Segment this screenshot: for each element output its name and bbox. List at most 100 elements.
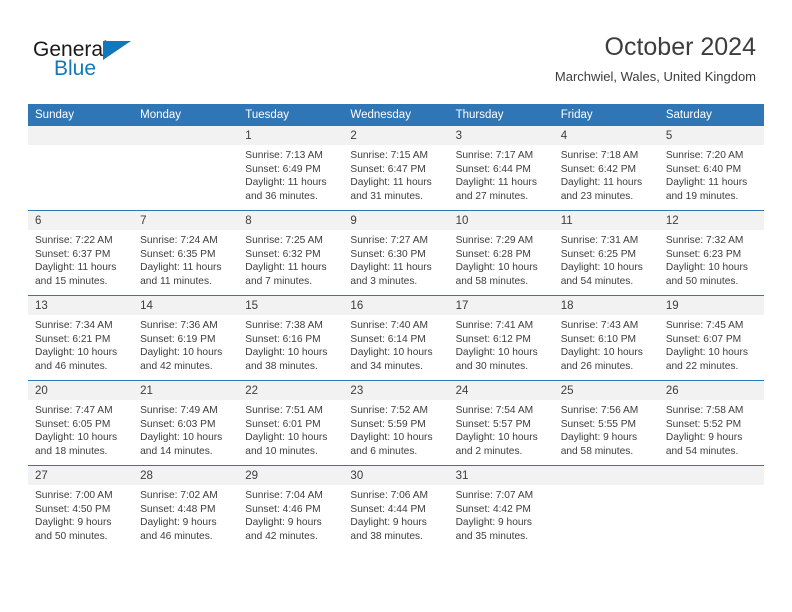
day-details: Sunrise: 7:40 AM Sunset: 6:14 PM Dayligh… bbox=[343, 315, 448, 373]
sunset-text: Sunset: 5:52 PM bbox=[665, 418, 742, 430]
day-cell[interactable]: 3 Sunrise: 7:17 AM Sunset: 6:44 PM Dayli… bbox=[448, 126, 554, 211]
daylight-text-line2: and 34 minutes. bbox=[350, 360, 423, 372]
sunrise-text: Sunrise: 7:43 AM bbox=[560, 320, 639, 331]
day-number: 1 bbox=[238, 126, 344, 145]
daylight-text-line2: and 58 minutes. bbox=[455, 275, 529, 287]
sunset-text: Sunset: 6:10 PM bbox=[560, 333, 637, 345]
day-cell[interactable]: 23 Sunrise: 7:52 AM Sunset: 5:59 PM Dayl… bbox=[343, 380, 449, 466]
day-details bbox=[554, 485, 659, 489]
daylight-text-line2: and 54 minutes. bbox=[560, 275, 634, 287]
day-cell[interactable]: 20 Sunrise: 7:47 AM Sunset: 6:05 PM Dayl… bbox=[28, 380, 134, 466]
sunset-text: Sunset: 6:35 PM bbox=[140, 248, 216, 260]
day-cell[interactable]: 27 Sunrise: 7:00 AM Sunset: 4:50 PM Dayl… bbox=[28, 465, 134, 550]
daylight-text-line2: and 30 minutes. bbox=[455, 360, 529, 372]
day-cell[interactable]: 14 Sunrise: 7:36 AM Sunset: 6:19 PM Dayl… bbox=[133, 295, 239, 381]
day-cell[interactable] bbox=[553, 465, 659, 550]
day-cell[interactable]: 26 Sunrise: 7:58 AM Sunset: 5:52 PM Dayl… bbox=[658, 380, 764, 466]
day-details: Sunrise: 7:15 AM Sunset: 6:47 PM Dayligh… bbox=[343, 145, 448, 203]
day-cell[interactable]: 29 Sunrise: 7:04 AM Sunset: 4:46 PM Dayl… bbox=[238, 465, 344, 550]
sunrise-text: Sunrise: 7:38 AM bbox=[245, 320, 323, 331]
day-number: 29 bbox=[238, 466, 344, 485]
day-cell[interactable]: 28 Sunrise: 7:02 AM Sunset: 4:48 PM Dayl… bbox=[133, 465, 239, 550]
sunset-text: Sunset: 6:12 PM bbox=[455, 333, 531, 345]
sunset-text: Sunset: 4:48 PM bbox=[140, 503, 216, 515]
sunset-text: Sunset: 6:47 PM bbox=[350, 163, 426, 175]
sunrise-text: Sunrise: 7:34 AM bbox=[35, 320, 113, 331]
sunset-text: Sunset: 6:44 PM bbox=[455, 163, 531, 175]
day-cell[interactable] bbox=[658, 465, 764, 550]
daylight-text-line2: and 54 minutes. bbox=[665, 445, 739, 457]
day-cell[interactable]: 25 Sunrise: 7:56 AM Sunset: 5:55 PM Dayl… bbox=[553, 380, 659, 466]
day-number: 10 bbox=[448, 211, 554, 230]
day-cell[interactable]: 5 Sunrise: 7:20 AM Sunset: 6:40 PM Dayli… bbox=[658, 126, 764, 211]
daylight-text-line1: Daylight: 11 hours bbox=[140, 262, 222, 274]
daylight-text-line1: Daylight: 11 hours bbox=[35, 262, 117, 274]
sunrise-text: Sunrise: 7:06 AM bbox=[350, 490, 429, 501]
sunset-text: Sunset: 6:40 PM bbox=[665, 163, 742, 175]
sunrise-text: Sunrise: 7:27 AM bbox=[350, 235, 429, 246]
sunrise-text: Sunrise: 7:54 AM bbox=[455, 405, 534, 416]
weekday-header-sunday: Sunday bbox=[28, 104, 134, 126]
day-details: Sunrise: 7:52 AM Sunset: 5:59 PM Dayligh… bbox=[343, 400, 448, 458]
day-cell[interactable]: 24 Sunrise: 7:54 AM Sunset: 5:57 PM Dayl… bbox=[448, 380, 554, 466]
calendar-week-row: 13 Sunrise: 7:34 AM Sunset: 6:21 PM Dayl… bbox=[28, 295, 764, 381]
daylight-text-line1: Daylight: 11 hours bbox=[350, 262, 432, 274]
daylight-text-line2: and 36 minutes. bbox=[245, 190, 318, 202]
day-cell[interactable]: 16 Sunrise: 7:40 AM Sunset: 6:14 PM Dayl… bbox=[343, 295, 449, 381]
calendar-week-row: 1 Sunrise: 7:13 AM Sunset: 6:49 PM Dayli… bbox=[28, 126, 764, 211]
day-number: 27 bbox=[28, 466, 134, 485]
day-cell[interactable]: 17 Sunrise: 7:41 AM Sunset: 6:12 PM Dayl… bbox=[448, 295, 554, 381]
day-details: Sunrise: 7:58 AM Sunset: 5:52 PM Dayligh… bbox=[659, 400, 764, 458]
day-number bbox=[658, 466, 764, 485]
day-details: Sunrise: 7:43 AM Sunset: 6:10 PM Dayligh… bbox=[554, 315, 659, 373]
day-cell[interactable]: 30 Sunrise: 7:06 AM Sunset: 4:44 PM Dayl… bbox=[343, 465, 449, 550]
day-cell[interactable] bbox=[133, 126, 239, 211]
day-cell[interactable]: 13 Sunrise: 7:34 AM Sunset: 6:21 PM Dayl… bbox=[28, 295, 134, 381]
day-number: 19 bbox=[658, 296, 764, 315]
calendar-table: Sunday Monday Tuesday Wednesday Thursday… bbox=[28, 104, 764, 550]
day-cell[interactable]: 18 Sunrise: 7:43 AM Sunset: 6:10 PM Dayl… bbox=[553, 295, 659, 381]
daylight-text-line1: Daylight: 9 hours bbox=[455, 517, 533, 529]
sunset-text: Sunset: 6:42 PM bbox=[560, 163, 637, 175]
day-cell[interactable] bbox=[28, 126, 134, 211]
daylight-text-line2: and 42 minutes. bbox=[245, 530, 318, 542]
sunrise-text: Sunrise: 7:15 AM bbox=[350, 150, 429, 161]
day-cell[interactable]: 31 Sunrise: 7:07 AM Sunset: 4:42 PM Dayl… bbox=[448, 465, 554, 550]
day-cell[interactable]: 10 Sunrise: 7:29 AM Sunset: 6:28 PM Dayl… bbox=[448, 210, 554, 296]
sunset-text: Sunset: 4:46 PM bbox=[245, 503, 321, 515]
sunset-text: Sunset: 6:07 PM bbox=[665, 333, 742, 345]
day-cell[interactable]: 15 Sunrise: 7:38 AM Sunset: 6:16 PM Dayl… bbox=[238, 295, 344, 381]
day-details: Sunrise: 7:49 AM Sunset: 6:03 PM Dayligh… bbox=[133, 400, 238, 458]
day-cell[interactable]: 8 Sunrise: 7:25 AM Sunset: 6:32 PM Dayli… bbox=[238, 210, 344, 296]
daylight-text-line2: and 22 minutes. bbox=[665, 360, 739, 372]
day-cell[interactable]: 1 Sunrise: 7:13 AM Sunset: 6:49 PM Dayli… bbox=[238, 126, 344, 211]
day-details: Sunrise: 7:17 AM Sunset: 6:44 PM Dayligh… bbox=[449, 145, 554, 203]
calendar-page: General Blue October 2024 Marchwiel, Wal… bbox=[0, 0, 792, 612]
day-cell[interactable]: 4 Sunrise: 7:18 AM Sunset: 6:42 PM Dayli… bbox=[553, 126, 659, 211]
sunrise-text: Sunrise: 7:22 AM bbox=[35, 235, 113, 246]
day-number: 6 bbox=[28, 211, 134, 230]
daylight-text-line2: and 23 minutes. bbox=[560, 190, 634, 202]
day-cell[interactable]: 12 Sunrise: 7:32 AM Sunset: 6:23 PM Dayl… bbox=[658, 210, 764, 296]
day-details bbox=[133, 145, 238, 149]
sunset-text: Sunset: 4:42 PM bbox=[455, 503, 531, 515]
day-cell[interactable]: 22 Sunrise: 7:51 AM Sunset: 6:01 PM Dayl… bbox=[238, 380, 344, 466]
day-details: Sunrise: 7:47 AM Sunset: 6:05 PM Dayligh… bbox=[28, 400, 133, 458]
day-cell[interactable]: 21 Sunrise: 7:49 AM Sunset: 6:03 PM Dayl… bbox=[133, 380, 239, 466]
daylight-text-line1: Daylight: 10 hours bbox=[665, 262, 748, 274]
sunrise-text: Sunrise: 7:04 AM bbox=[245, 490, 323, 501]
day-cell[interactable]: 9 Sunrise: 7:27 AM Sunset: 6:30 PM Dayli… bbox=[343, 210, 449, 296]
daylight-text-line1: Daylight: 9 hours bbox=[350, 517, 427, 529]
day-cell[interactable]: 7 Sunrise: 7:24 AM Sunset: 6:35 PM Dayli… bbox=[133, 210, 239, 296]
sunset-text: Sunset: 6:23 PM bbox=[665, 248, 742, 260]
day-number: 16 bbox=[343, 296, 449, 315]
sunset-text: Sunset: 4:50 PM bbox=[35, 503, 111, 515]
day-cell[interactable]: 19 Sunrise: 7:45 AM Sunset: 6:07 PM Dayl… bbox=[658, 295, 764, 381]
daylight-text-line1: Daylight: 10 hours bbox=[560, 347, 643, 359]
day-cell[interactable]: 2 Sunrise: 7:15 AM Sunset: 6:47 PM Dayli… bbox=[343, 126, 449, 211]
daylight-text-line1: Daylight: 10 hours bbox=[140, 347, 223, 359]
day-cell[interactable]: 11 Sunrise: 7:31 AM Sunset: 6:25 PM Dayl… bbox=[553, 210, 659, 296]
day-cell[interactable]: 6 Sunrise: 7:22 AM Sunset: 6:37 PM Dayli… bbox=[28, 210, 134, 296]
sunrise-text: Sunrise: 7:32 AM bbox=[665, 235, 744, 246]
sunrise-text: Sunrise: 7:47 AM bbox=[35, 405, 113, 416]
